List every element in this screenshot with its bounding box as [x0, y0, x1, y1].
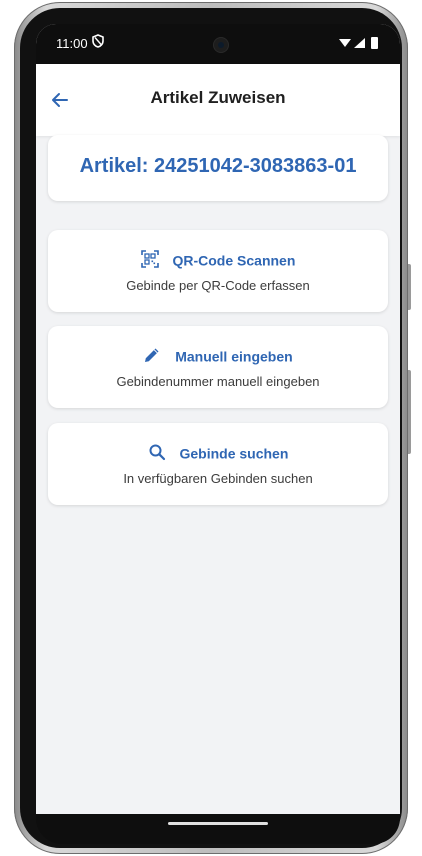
qr-code-scan-icon	[140, 250, 159, 271]
article-card: Artikel: 24251042-3083863-01	[48, 135, 388, 201]
search-icon	[148, 443, 166, 464]
manual-entry-subtitle: Gebindenummer manuell eingeben	[116, 374, 320, 389]
article-number: Artikel: 24251042-3083863-01	[79, 155, 357, 177]
power-button	[408, 370, 411, 454]
search-title: Gebinde suchen	[179, 445, 289, 462]
manual-entry-card[interactable]: Manuell eingeben Gebindenummer manuell e…	[48, 326, 388, 408]
page-title: Artikel Zuweisen	[150, 88, 286, 107]
app-screen: 11:00 Artikel Zuweisen Artikel: 24251042…	[36, 24, 400, 814]
volume-button	[408, 264, 411, 310]
shield-icon	[92, 34, 104, 51]
status-icons	[338, 36, 382, 53]
qr-scan-title: QR-Code Scannen	[172, 252, 296, 269]
search-subtitle: In verfügbaren Gebinden suchen	[123, 471, 313, 486]
status-time: 11:00	[56, 36, 88, 51]
pencil-icon	[143, 346, 161, 367]
qr-scan-card[interactable]: QR-Code Scannen Gebinde per QR-Code erfa…	[48, 230, 388, 312]
qr-scan-subtitle: Gebinde per QR-Code erfassen	[126, 278, 310, 293]
search-card[interactable]: Gebinde suchen In verfügbaren Gebinden s…	[48, 423, 388, 505]
navigation-bar	[36, 814, 400, 844]
app-bar: Artikel Zuweisen	[36, 64, 400, 136]
front-camera	[214, 38, 228, 52]
home-indicator[interactable]	[168, 822, 268, 825]
manual-entry-title: Manuell eingeben	[175, 348, 293, 365]
status-bar: 11:00	[36, 24, 400, 64]
